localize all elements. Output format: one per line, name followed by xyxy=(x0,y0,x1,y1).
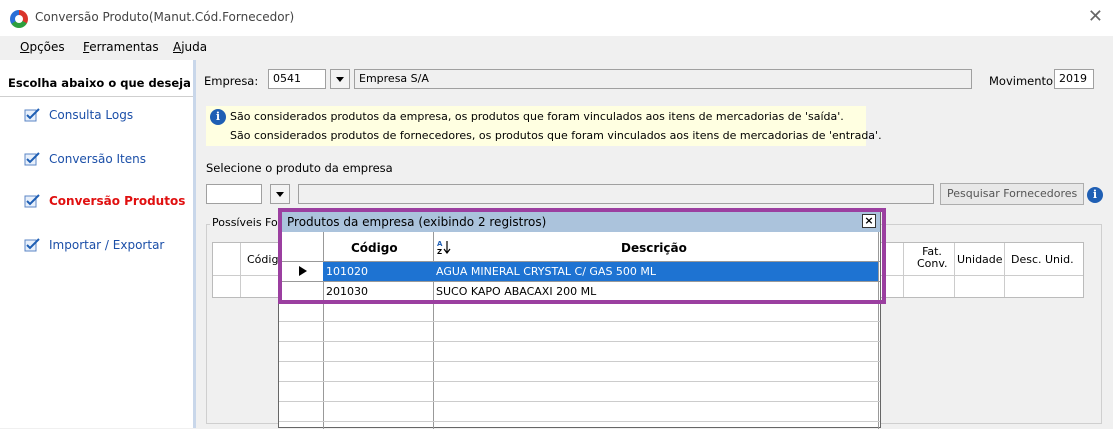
column-desc-unid: Desc. Unid. xyxy=(1011,253,1074,266)
row-pointer-icon xyxy=(299,266,307,276)
sidebar-item-label: Importar / Exportar xyxy=(49,237,165,252)
sidebar-item-consulta-logs[interactable]: Consulta Logs xyxy=(24,107,133,122)
row-1-descricao[interactable]: AGUA MINERAL CRYSTAL C/ GAS 500 ML xyxy=(436,265,656,278)
sidebar-item-label: Conversão Itens xyxy=(49,151,146,166)
menu-ajuda[interactable]: Ajuda xyxy=(173,40,207,54)
empresa-dropdown-button[interactable] xyxy=(330,69,350,89)
movimento-field[interactable]: 2019 xyxy=(1054,69,1094,89)
info-line-1: São considerados produtos da empresa, os… xyxy=(230,110,844,123)
sidebar-item-label: Conversão Produtos xyxy=(49,193,186,208)
empresa-code-field[interactable]: 0541 xyxy=(268,69,326,89)
column-fat-conv: Fat. Conv. xyxy=(917,245,948,270)
row-1-codigo[interactable]: 101020 xyxy=(326,265,368,278)
sidebar-item-conversao-produtos[interactable]: Conversão Produtos xyxy=(24,193,185,208)
product-code-field[interactable] xyxy=(206,184,262,204)
sidebar-header: Escolha abaixo o que deseja xyxy=(8,76,191,90)
column-unidade: Unidade xyxy=(957,253,1003,266)
sidebar-divider xyxy=(0,96,193,97)
empresa-label: Empresa: xyxy=(204,74,259,88)
sort-az-icon[interactable]: A Z xyxy=(437,239,451,255)
product-dropdown-button[interactable] xyxy=(270,184,290,204)
info-line-2: São considerados produtos de fornecedore… xyxy=(230,129,882,142)
group-title: Possíveis Fo xyxy=(210,216,280,229)
company-products-popup: Produtos da empresa (exibindo 2 registro… xyxy=(278,211,881,429)
menu-ferramentas[interactable]: Ferramentas xyxy=(83,40,159,54)
empresa-name-field: Empresa S/A xyxy=(354,69,972,89)
title-bar: Conversão Produto(Manut.Cód.Fornecedor) … xyxy=(0,0,1113,36)
checkbox-checked-icon xyxy=(24,152,40,166)
popup-title: Produtos da empresa (exibindo 2 registro… xyxy=(279,212,880,232)
row-2-descricao[interactable]: SUCO KAPO ABACAXI 200 ML xyxy=(436,285,596,298)
checkbox-checked-icon xyxy=(24,108,40,122)
svg-text:Z: Z xyxy=(437,248,442,255)
sidebar-item-conversao-itens[interactable]: Conversão Itens xyxy=(24,151,146,166)
info-icon: i xyxy=(210,109,226,125)
checkbox-checked-icon xyxy=(24,238,40,252)
select-product-label: Selecione o produto da empresa xyxy=(206,161,393,175)
svg-text:A: A xyxy=(437,240,443,248)
window-title: Conversão Produto(Manut.Cód.Fornecedor) xyxy=(35,10,295,24)
sidebar: Escolha abaixo o que deseja Consulta Log… xyxy=(0,60,196,428)
info-box: i São considerados produtos da empresa, … xyxy=(206,106,882,146)
menu-bar: Opções Ferramentas Ajuda xyxy=(0,36,1113,58)
column-descricao-header[interactable]: Descrição xyxy=(621,241,687,255)
app-icon xyxy=(10,10,28,28)
checkbox-checked-icon xyxy=(24,194,40,208)
sidebar-item-importar-exportar[interactable]: Importar / Exportar xyxy=(24,237,164,252)
movimento-label: Movimento: xyxy=(989,74,1057,88)
close-icon[interactable]: ✕ xyxy=(1088,6,1103,27)
product-description-field xyxy=(298,184,934,204)
column-codigo: Códig xyxy=(247,253,279,266)
popup-close-icon[interactable]: × xyxy=(862,214,876,228)
sidebar-item-label: Consulta Logs xyxy=(49,107,134,122)
search-suppliers-button[interactable]: Pesquisar Fornecedores xyxy=(940,183,1085,205)
row-2-codigo[interactable]: 201030 xyxy=(326,285,368,298)
menu-opcoes[interactable]: Opções xyxy=(20,40,65,54)
info-help-icon[interactable]: i xyxy=(1087,187,1103,203)
column-codigo-header[interactable]: Código xyxy=(351,241,398,255)
